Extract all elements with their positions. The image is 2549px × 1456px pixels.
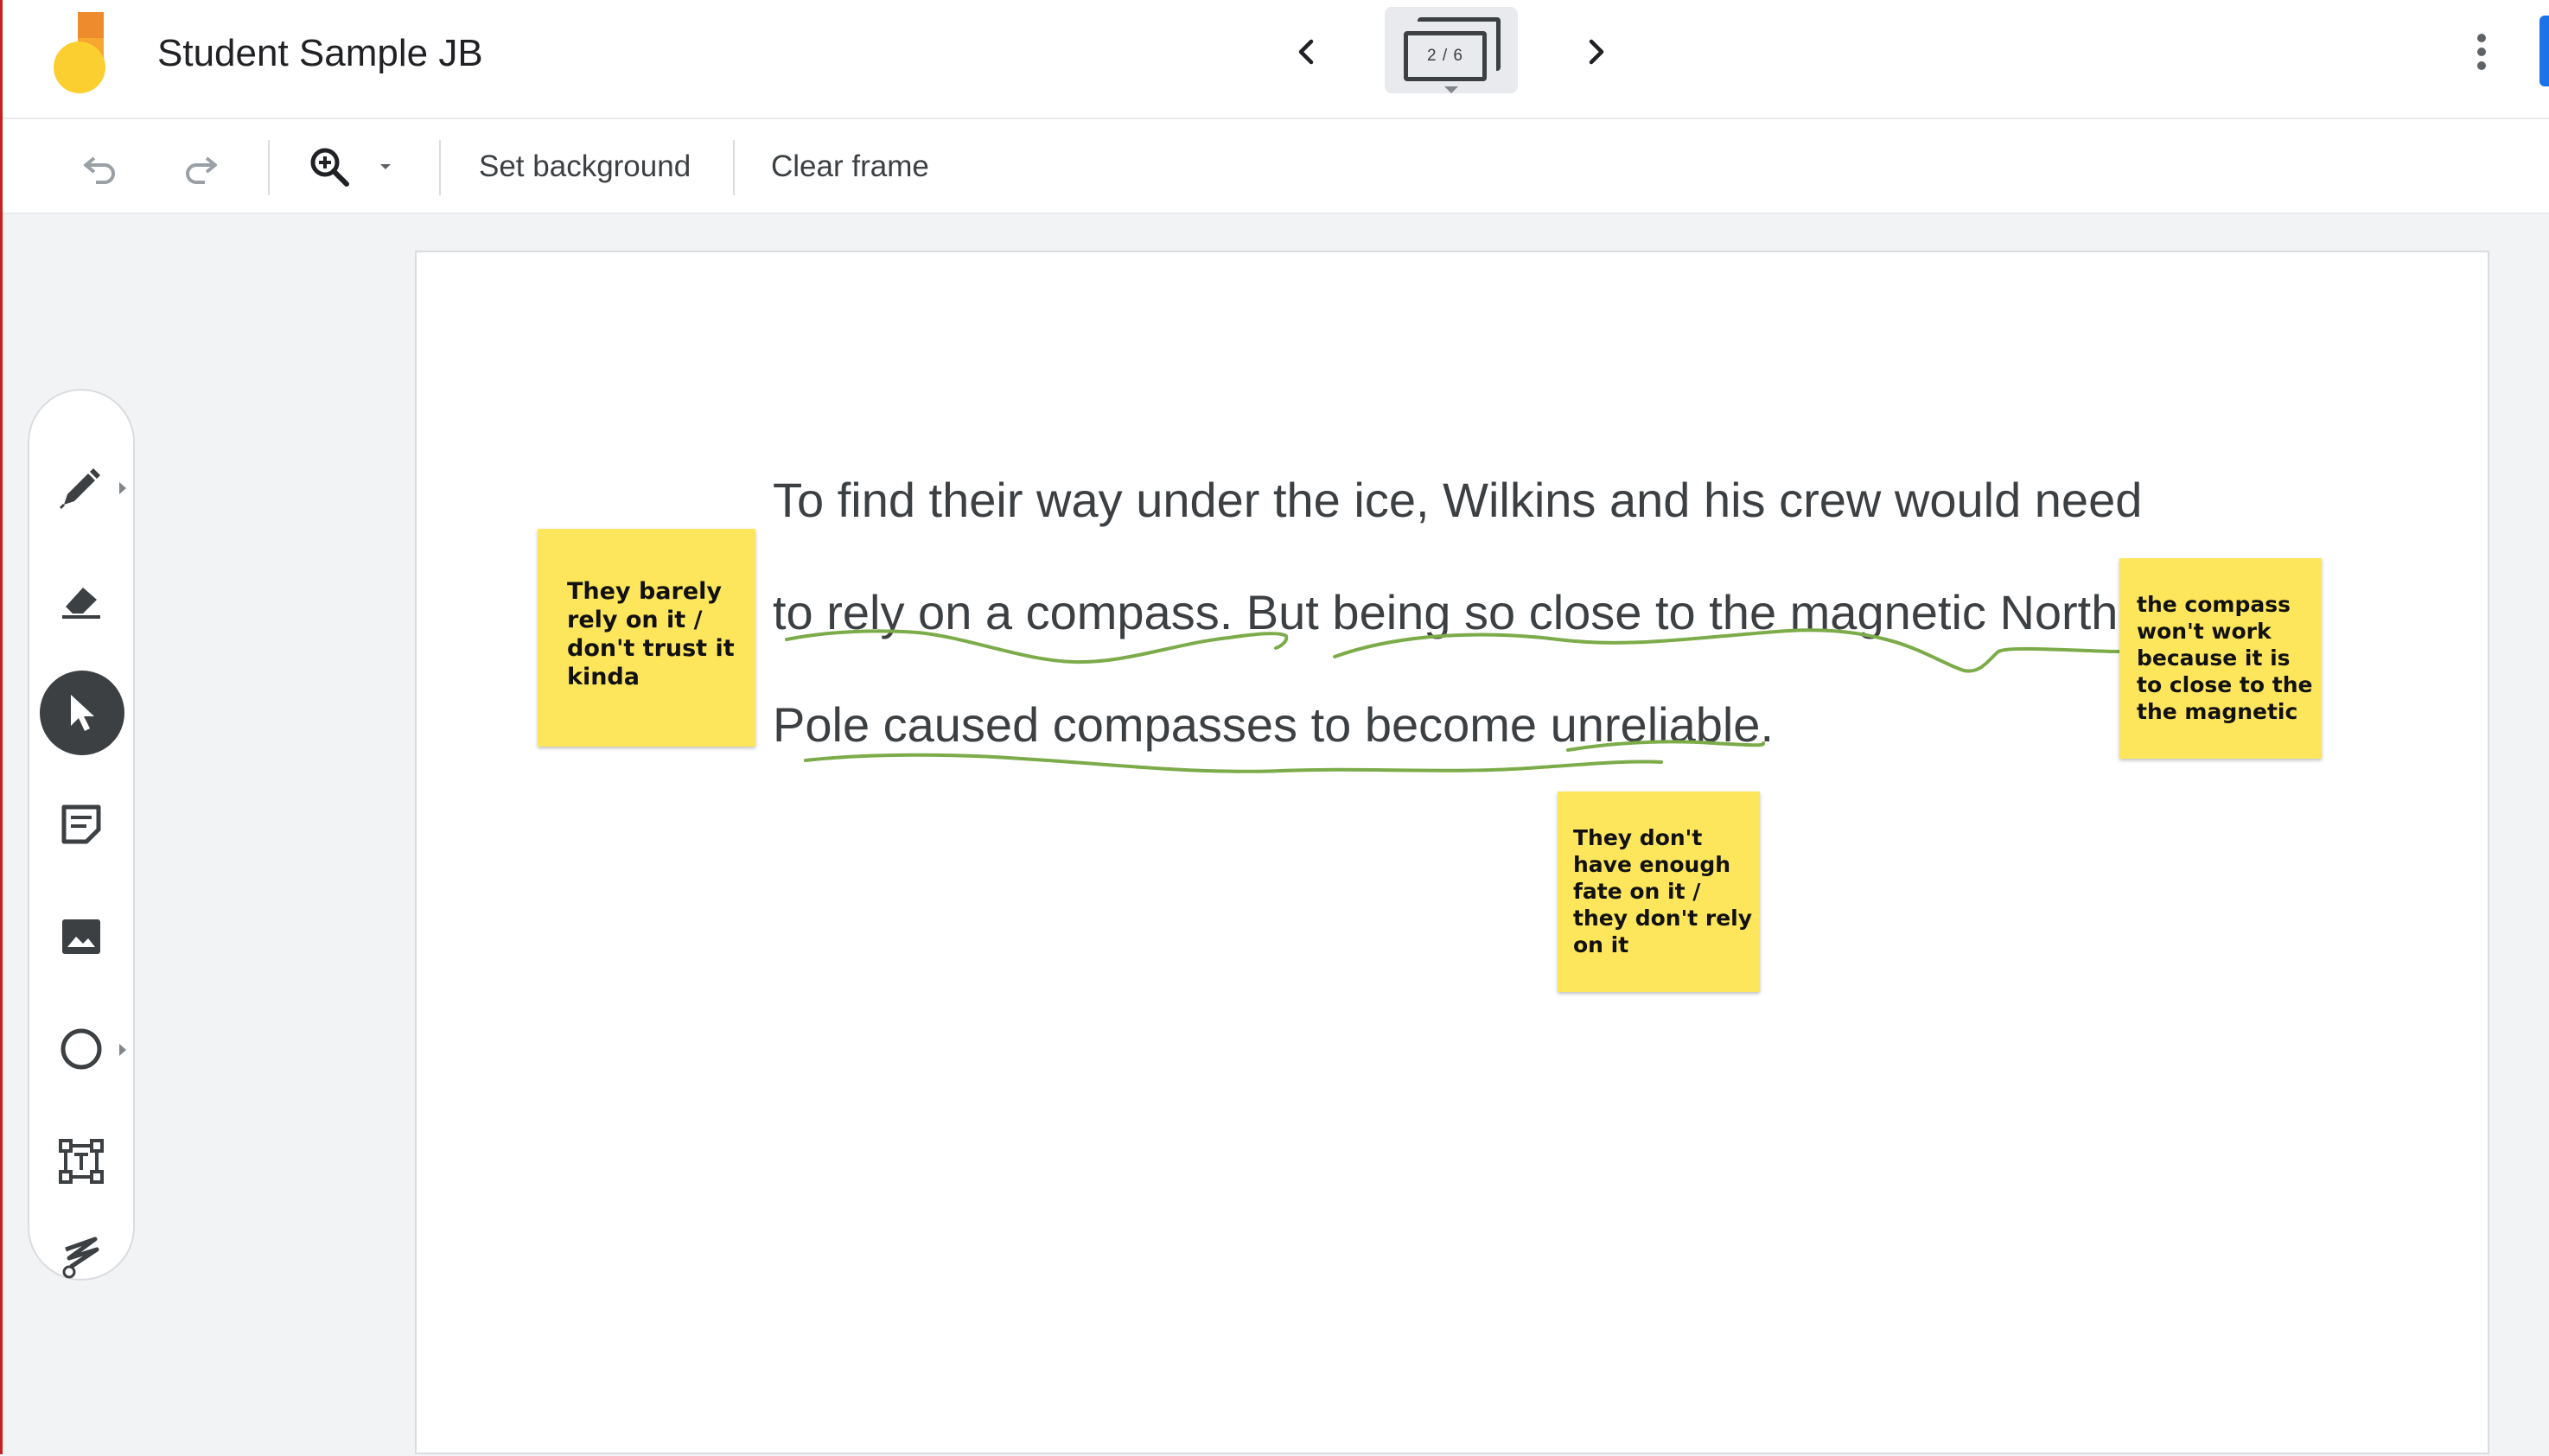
arrow-drop-down-icon <box>380 164 391 169</box>
tool-palette <box>28 389 135 1281</box>
pen-options-caret-icon <box>119 482 126 494</box>
more-vert-icon <box>2477 34 2486 70</box>
document-title[interactable]: Student Sample JB <box>157 29 483 78</box>
next-frame-button[interactable] <box>1570 26 1622 78</box>
ink-annotations <box>785 628 2166 773</box>
image-icon <box>62 919 100 954</box>
canvas-text-line[interactable]: to rely on a compass. But being so close… <box>773 582 2118 643</box>
jamboard-logo-icon <box>48 10 111 97</box>
sticky-note-icon <box>61 804 101 844</box>
select-tool[interactable] <box>38 669 124 755</box>
sticky-note-line: have enough <box>1573 852 1731 877</box>
toolbar-divider <box>439 140 441 195</box>
ink-underline <box>804 753 1663 773</box>
toolbar-divider <box>733 140 735 195</box>
previous-frame-button[interactable] <box>1281 26 1333 78</box>
sticky-note-line: They don't <box>1573 825 1703 850</box>
zoom-dropdown-button[interactable] <box>368 137 403 197</box>
sticky-note-line: the compass <box>2137 592 2291 617</box>
sticky-note-line: won't work <box>2137 619 2272 644</box>
redo-button[interactable] <box>171 137 232 197</box>
app-header: Student Sample JB 2 / 6 <box>0 0 2549 119</box>
add-image-tool[interactable] <box>38 893 124 980</box>
circle-icon <box>61 1028 102 1070</box>
undo-icon <box>84 156 115 184</box>
shape-options-caret-icon <box>119 1044 126 1056</box>
cursor-icon <box>71 695 94 731</box>
sticky-note-line: They barely <box>567 578 722 605</box>
undo-button[interactable] <box>69 137 130 197</box>
sticky-note-line: they don't rely <box>1573 906 1753 931</box>
frame-stack-front: 2 / 6 <box>1404 31 1487 81</box>
toolbar: Set background Clear frame <box>0 119 2549 214</box>
laser-icon <box>62 1237 99 1279</box>
sticky-note-line: to close to the <box>2137 672 2313 697</box>
frame-counter-text: 2 / 6 <box>1427 47 1463 65</box>
sticky-note-line: don't trust it <box>567 635 735 662</box>
side-panel-tab[interactable] <box>2539 16 2549 86</box>
canvas-text-line[interactable]: Pole caused compasses to become unreliab… <box>773 695 1774 755</box>
jam-frame-canvas[interactable]: To find their way under the ice, Wilkins… <box>415 251 2489 1454</box>
expand-caret-icon <box>1444 86 1458 93</box>
sticky-note[interactable]: They don't have enough fate on it / they… <box>1558 792 1760 992</box>
eraser-icon <box>62 588 100 619</box>
sticky-note-line: rely on it / <box>567 607 703 633</box>
shape-tool[interactable] <box>38 1006 126 1092</box>
zoom-in-icon <box>310 148 349 187</box>
sticky-note[interactable]: the compass won't work because it is to … <box>2119 558 2322 759</box>
frame-bar-button[interactable]: 2 / 6 <box>1385 7 1518 93</box>
redo-icon <box>186 156 217 184</box>
more-options-button[interactable] <box>2460 26 2503 78</box>
canvas-text-line[interactable]: To find their way under the ice, Wilkins… <box>773 470 2142 531</box>
text-box-icon <box>59 1139 104 1184</box>
eraser-tool[interactable] <box>38 556 124 643</box>
zoom-button[interactable] <box>299 137 360 197</box>
text-box-tool[interactable] <box>38 1118 124 1205</box>
clear-frame-button[interactable]: Clear frame <box>771 145 929 188</box>
pen-tool[interactable] <box>38 444 126 531</box>
sticky-note-line: because it is <box>2137 645 2291 671</box>
sticky-note[interactable]: They barely rely on it / don't trust it … <box>538 529 755 747</box>
pen-icon <box>59 468 100 510</box>
chevron-left-icon <box>1298 39 1314 65</box>
sticky-note-tool[interactable] <box>38 781 124 868</box>
sticky-note-line: fate on it / <box>1573 879 1701 904</box>
sticky-note-line: kinda <box>567 664 640 690</box>
window-edge <box>0 0 3 1454</box>
chevron-right-icon <box>1589 39 1604 65</box>
sticky-note-line: the magnetic <box>2137 699 2298 724</box>
toolbar-divider <box>268 140 270 195</box>
sticky-note-line: on it <box>1573 932 1629 957</box>
set-background-button[interactable]: Set background <box>479 145 691 188</box>
laser-tool[interactable] <box>38 1230 124 1282</box>
